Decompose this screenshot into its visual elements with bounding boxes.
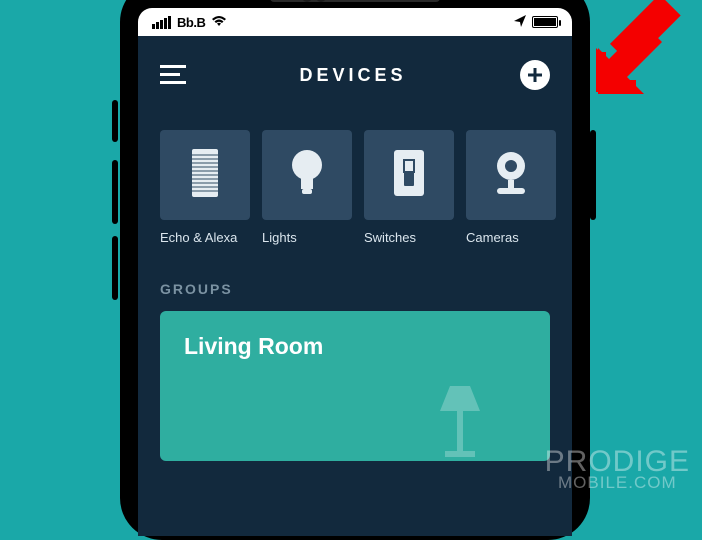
location-icon (514, 15, 526, 30)
group-name: Living Room (184, 333, 526, 360)
switch-icon (394, 150, 424, 201)
speaker-grille (270, 0, 440, 2)
bulb-icon (289, 149, 325, 202)
category-label: Switches (364, 230, 454, 245)
signal-icon (152, 16, 171, 29)
carrier-label: Bb.B (177, 15, 205, 30)
phone-frame: Bb.B DEVICES (120, 0, 590, 540)
add-button[interactable] (520, 60, 550, 90)
annotation-arrow (596, 0, 702, 106)
category-echo-alexa[interactable]: Echo & Alexa (160, 130, 250, 245)
echo-icon (192, 149, 218, 202)
page-title: DEVICES (299, 65, 406, 86)
top-bar: DEVICES (138, 36, 572, 110)
battery-icon (532, 16, 558, 28)
camera-icon (491, 150, 531, 201)
menu-icon[interactable] (160, 65, 186, 85)
front-sensors (302, 0, 326, 2)
category-label: Echo & Alexa (160, 230, 250, 245)
status-bar: Bb.B (138, 8, 572, 36)
app-screen: DEVICES (138, 36, 572, 536)
lamp-decoration (430, 381, 490, 461)
device-categories: Echo & Alexa Lights (138, 110, 572, 253)
category-cameras[interactable]: Cameras (466, 130, 556, 245)
category-switches[interactable]: Switches (364, 130, 454, 245)
category-lights[interactable]: Lights (262, 130, 352, 245)
wifi-icon (211, 15, 227, 30)
groups-section-label: GROUPS (138, 253, 572, 311)
category-label: Lights (262, 230, 352, 245)
category-label: Cameras (466, 230, 556, 245)
group-card-living-room[interactable]: Living Room (160, 311, 550, 461)
